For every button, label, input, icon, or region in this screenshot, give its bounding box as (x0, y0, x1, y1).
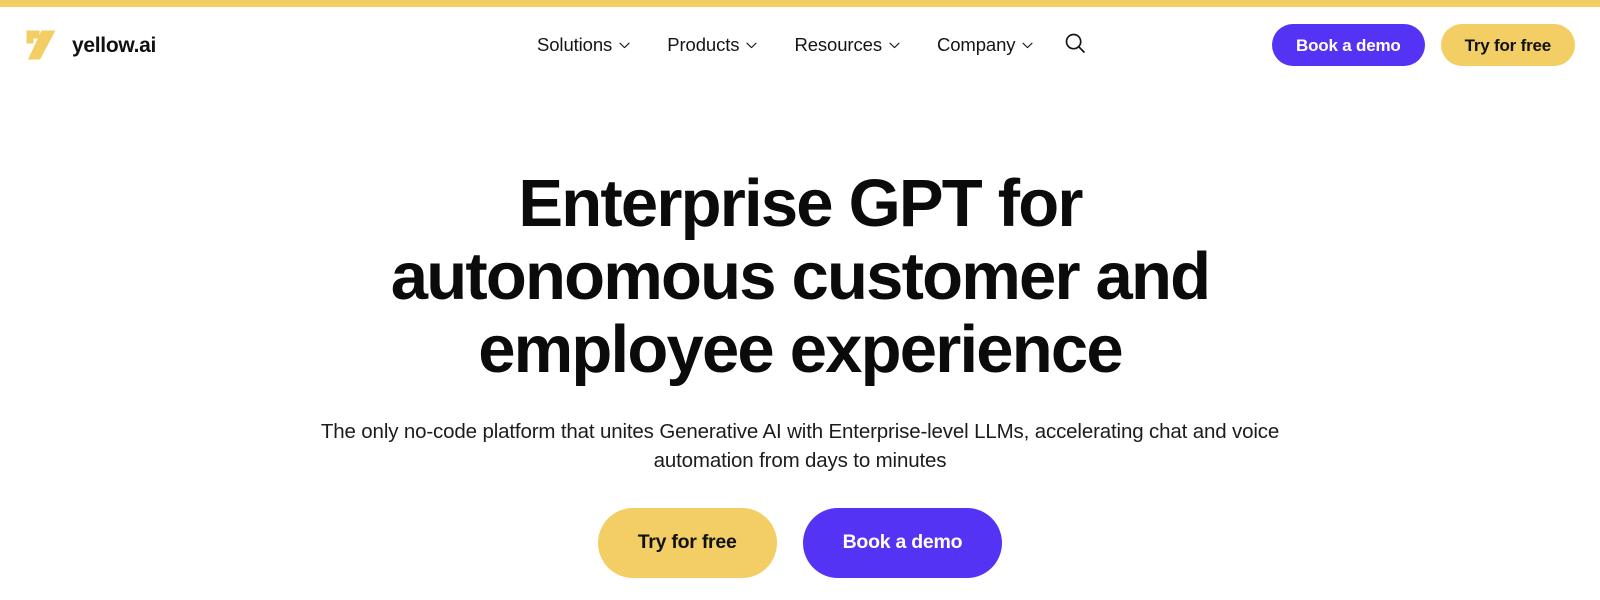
site-header: yellow.ai Solutions Products Resources C… (0, 7, 1600, 83)
header-book-demo-button[interactable]: Book a demo (1272, 24, 1425, 66)
hero-title-line-1: Enterprise GPT for (518, 166, 1083, 241)
hero-section: Enterprise GPT for autonomous customer a… (0, 83, 1600, 600)
main-navigation: Solutions Products Resources Company (537, 32, 1088, 58)
yellow-ai-logo-icon (25, 28, 61, 62)
nav-item-company[interactable]: Company (936, 34, 1034, 56)
top-accent-strip (0, 0, 1600, 7)
hero-try-free-button[interactable]: Try for free (597, 508, 777, 578)
nav-item-label: Resources (794, 34, 882, 55)
hero-title-line-3: employee experience (478, 312, 1123, 387)
chevron-down-icon (619, 42, 630, 49)
header-try-free-button[interactable]: Try for free (1440, 24, 1575, 66)
chevron-down-icon (746, 42, 757, 49)
hero-title: Enterprise GPT for autonomous customer a… (350, 167, 1250, 386)
nav-item-label: Solutions (537, 34, 613, 55)
hero-subtitle: The only no-code platform that unites Ge… (320, 420, 1280, 472)
search-button[interactable] (1062, 32, 1088, 58)
brand-logo-link[interactable]: yellow.ai (25, 28, 156, 62)
chevron-down-icon (1022, 42, 1034, 49)
nav-item-resources[interactable]: Resources (794, 34, 900, 56)
hero-book-demo-button[interactable]: Book a demo (802, 508, 1003, 578)
nav-item-products[interactable]: Products (667, 34, 757, 56)
nav-item-label: Products (667, 34, 740, 55)
search-icon (1064, 32, 1086, 59)
header-actions: Book a demo Try for free (1272, 24, 1575, 66)
nav-item-solutions[interactable]: Solutions (537, 34, 630, 56)
hero-actions: Try for free Book a demo (597, 508, 1003, 578)
nav-item-label: Company (936, 34, 1016, 55)
hero-title-line-2: autonomous customer and (390, 239, 1211, 314)
chevron-down-icon (889, 42, 900, 49)
brand-name: yellow.ai (72, 33, 157, 57)
